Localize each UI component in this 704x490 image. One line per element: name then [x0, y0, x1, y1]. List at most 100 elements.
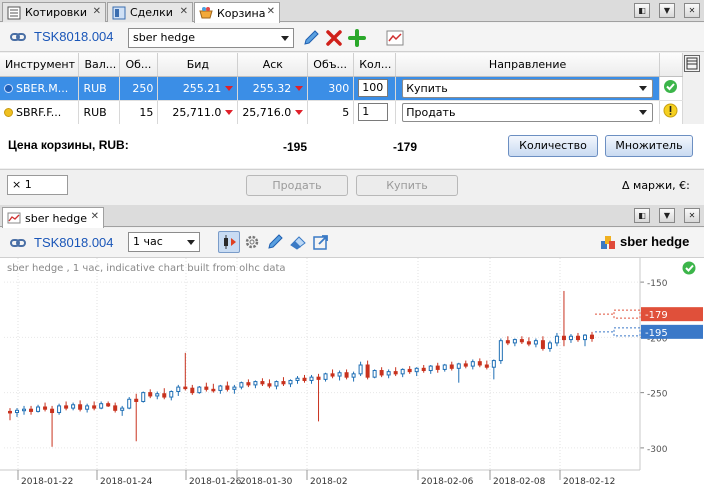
add-icon[interactable]: [348, 29, 366, 47]
candle-body: [162, 393, 167, 398]
tab-basket[interactable]: Корзина ✕: [194, 2, 280, 23]
link-icon[interactable]: [10, 237, 26, 249]
quantity-input[interactable]: 100: [358, 79, 389, 97]
candle-body: [449, 364, 454, 369]
candle-body: [141, 392, 146, 402]
account-link[interactable]: TSK8018.004: [34, 235, 114, 250]
table-header: Инструмент Вал... Об... Бид Аск Объ... К…: [0, 53, 684, 77]
x-tick-label: 2018-02-08: [493, 477, 546, 487]
candle-body: [519, 339, 524, 343]
y-tick-label: -300: [647, 445, 668, 455]
candle-body: [554, 335, 559, 344]
tab-quotes[interactable]: Котировки ✕: [2, 2, 106, 22]
column-chooser-button[interactable]: [684, 55, 700, 72]
candle-body: [358, 364, 363, 375]
close-icon[interactable]: ✕: [91, 211, 99, 222]
columns-icon: [686, 57, 698, 70]
ask-cell: 25,716.0: [237, 100, 309, 125]
account-link[interactable]: TSK8018.004: [34, 29, 114, 44]
table-row[interactable]: SBRF.F... RUB 15 25,711.0 25,716.0 5 1 П…: [0, 100, 684, 125]
candle-body: [379, 370, 384, 376]
basket-select[interactable]: sber hedge: [128, 28, 294, 48]
currency-cell: RUB: [78, 100, 121, 125]
candle-body: [85, 405, 90, 410]
candle-body: [71, 404, 76, 409]
chevron-down-icon: [187, 240, 195, 245]
ok-check-icon: [663, 80, 677, 93]
close-window-button[interactable]: ✕: [684, 3, 700, 18]
export-icon[interactable]: [312, 233, 330, 251]
chart-tabstrip: sber hedge ✕ ◧ ▼ ✕: [0, 205, 704, 228]
tab-basket-label: Корзина: [217, 6, 266, 20]
candle-body: [435, 365, 440, 370]
candle-body: [260, 381, 265, 385]
quantity-cell: 100: [353, 76, 397, 101]
candle-body: [169, 391, 174, 398]
candle-body: [323, 373, 328, 380]
trades-icon: [112, 6, 126, 19]
tab-chart[interactable]: sber hedge ✕: [2, 207, 104, 228]
direction-select[interactable]: Продать: [402, 102, 653, 122]
close-icon[interactable]: ✕: [180, 6, 188, 17]
direction-cell: Продать: [395, 100, 660, 125]
dropdown-button[interactable]: ▼: [659, 3, 675, 18]
restore-button[interactable]: ◧: [634, 208, 650, 223]
eraser-icon[interactable]: [289, 233, 307, 251]
close-icon[interactable]: ✕: [93, 6, 101, 17]
chart-area[interactable]: -150 -200 -250 -300 sber hedge , 1 час, indi…: [0, 258, 704, 490]
candle-body: [365, 364, 370, 378]
candle-body: [15, 409, 20, 414]
multiplier-input[interactable]: × 1: [7, 175, 68, 195]
column-header-instrument[interactable]: Инструмент: [0, 53, 80, 77]
chart-icon[interactable]: [386, 29, 404, 47]
column-header-ask-volume[interactable]: Объ...: [307, 53, 355, 77]
bid-volume-cell: 15: [119, 100, 159, 125]
chart-subtitle: sber hedge , 1 час, indicative chart bui…: [7, 263, 286, 274]
delete-icon[interactable]: [325, 29, 343, 47]
buy-button[interactable]: Купить: [356, 175, 458, 196]
candle-body: [274, 381, 279, 387]
instrument-cell: SBRF.F...: [0, 100, 80, 125]
column-header-ask[interactable]: Аск: [237, 53, 309, 77]
basket-price-bid: -195: [283, 140, 308, 154]
column-header-quantity[interactable]: Кол...: [353, 53, 397, 77]
quantity-button[interactable]: Количество: [508, 135, 598, 157]
candle-body: [477, 361, 482, 366]
candle-body: [568, 335, 573, 341]
restore-button[interactable]: ◧: [634, 3, 650, 18]
candle-body: [428, 365, 433, 372]
draw-pencil-icon[interactable]: [266, 233, 284, 251]
table-row[interactable]: SBER.M... RUB 250 255.21 255.32 300 100 …: [0, 76, 684, 101]
close-window-button[interactable]: ✕: [684, 208, 700, 223]
y-tick-label: -150: [647, 279, 668, 289]
interval-select[interactable]: 1 час: [128, 232, 200, 252]
candle-body: [78, 404, 83, 410]
quantity-input[interactable]: 1: [358, 103, 389, 121]
candles-toggle[interactable]: [218, 231, 240, 253]
close-icon[interactable]: ✕: [267, 6, 275, 17]
candle-body: [463, 363, 468, 367]
direction-select[interactable]: Купить: [402, 78, 653, 98]
column-header-bid-volume[interactable]: Об...: [119, 53, 159, 77]
column-header-status: [659, 53, 684, 77]
column-header-direction[interactable]: Направление: [395, 53, 660, 77]
candle-body: [183, 386, 188, 390]
edit-pencil-icon[interactable]: [302, 29, 320, 47]
column-header-currency[interactable]: Вал...: [78, 53, 121, 77]
candle-body: [8, 410, 12, 414]
column-header-bid[interactable]: Бид: [157, 53, 239, 77]
sell-button[interactable]: Продать: [246, 175, 348, 196]
down-triangle-icon: [295, 86, 304, 91]
dropdown-button[interactable]: ▼: [659, 208, 675, 223]
basket-price-ask: -179: [393, 140, 418, 154]
candlestick-chart[interactable]: -150-200-250-300sber hedge , 1 час, indi…: [0, 258, 704, 490]
candle-body: [295, 377, 300, 381]
multiplier-button[interactable]: Множитель: [605, 135, 693, 157]
link-icon[interactable]: [10, 31, 26, 43]
gear-icon[interactable]: [243, 233, 261, 251]
candle-body: [351, 373, 356, 378]
last-bid-label: -195: [645, 328, 668, 339]
direction-cell: Купить: [395, 76, 660, 101]
tab-trades[interactable]: Сделки ✕: [107, 2, 193, 22]
status-cell: [659, 76, 684, 101]
